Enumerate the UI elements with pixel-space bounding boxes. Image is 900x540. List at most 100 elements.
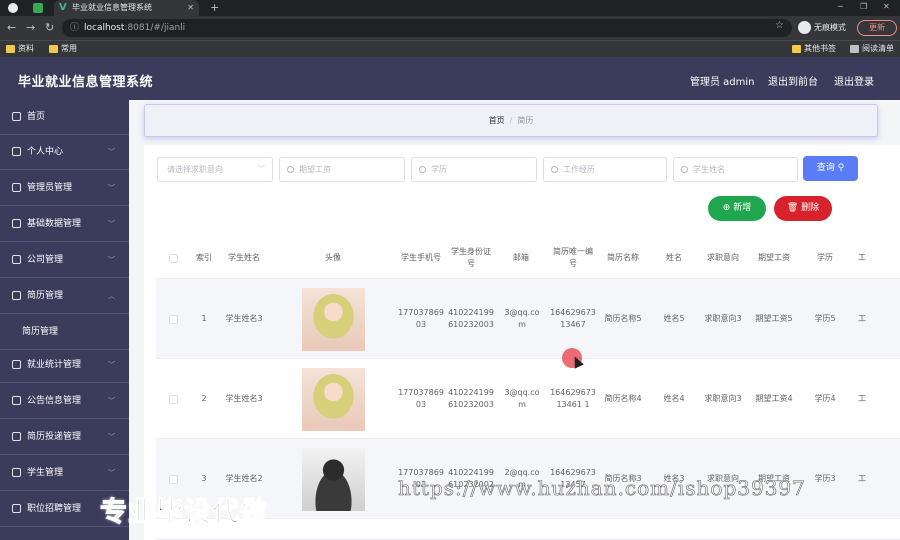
chevron-down-icon: ﹀ xyxy=(108,433,115,441)
salary-input[interactable]: 期望工资 xyxy=(279,157,405,182)
add-button[interactable]: ⊕ 新增 xyxy=(708,196,766,221)
cell-student-name: 学生姓名3 xyxy=(225,394,263,403)
sidebar-item-admin[interactable]: 管理员管理 ﹀ xyxy=(0,171,129,206)
sidebar-item-personal[interactable]: 个人中心 ﹀ xyxy=(0,135,129,170)
breadcrumb: 首页 / 简历 xyxy=(144,104,878,137)
incognito-indicator[interactable]: 无痕模式 xyxy=(798,21,846,35)
job-icon xyxy=(12,504,21,513)
sidebar-item-student[interactable]: 学生管理 ﹀ xyxy=(0,456,129,491)
student-icon xyxy=(12,468,21,477)
incognito-label: 无痕模式 xyxy=(814,23,846,32)
column-header[interactable]: 姓名 xyxy=(652,237,696,279)
window-close-icon[interactable]: ✕ xyxy=(883,0,890,14)
breadcrumb-home[interactable]: 首页 xyxy=(489,116,505,125)
search-icon xyxy=(551,166,558,173)
folder-icon xyxy=(792,45,801,53)
column-header[interactable]: 学生姓名 xyxy=(222,237,266,279)
intention-select[interactable]: 请选择求职意向 ﹀ xyxy=(157,157,273,182)
browser-address-bar: ← → ↻ ⓘ localhost:8081/#/jianli ☆ 无痕模式 更… xyxy=(0,16,900,40)
cell-email: 3@qq.com xyxy=(504,308,540,329)
home-icon xyxy=(12,112,21,121)
cell-more: 工 xyxy=(858,394,866,403)
minimize-icon[interactable]: ─ xyxy=(838,0,843,14)
cell-more: 工 xyxy=(858,314,866,323)
select-all-checkbox[interactable] xyxy=(168,253,178,263)
cell-phone: 17703786903 xyxy=(398,388,444,409)
reading-list[interactable]: 阅读清单 xyxy=(850,41,894,57)
chevron-up-icon: ︿ xyxy=(108,292,115,300)
row-checkbox[interactable] xyxy=(168,394,178,404)
url-host: localhost xyxy=(84,23,125,33)
reload-icon[interactable]: ↻ xyxy=(45,20,54,36)
education-input[interactable]: 学历 xyxy=(411,157,537,182)
row-select-cell xyxy=(156,279,190,359)
column-header[interactable]: 工 xyxy=(852,237,872,279)
cell-intention: 求职意向3 xyxy=(704,314,742,323)
sidebar-subitem-resume-manage[interactable]: 简历管理 xyxy=(0,315,129,350)
column-header[interactable]: 期望工资 xyxy=(750,237,798,279)
sidebar-item-company[interactable]: 公司管理 ﹀ xyxy=(0,243,129,278)
sidebar-item-basic-data[interactable]: 基础数据管理 ﹀ xyxy=(0,207,129,242)
breadcrumb-separator: / xyxy=(509,116,513,125)
url-path: :8081/#/jianli xyxy=(124,23,186,33)
bookmark-star-icon[interactable]: ☆ xyxy=(775,20,784,31)
sidebar-item-employment-stats[interactable]: 就业统计管理 ﹀ xyxy=(0,348,129,383)
watermark-url: https://www.huzhan.com/ishop39397 xyxy=(398,476,806,501)
cell-education: 学历4 xyxy=(814,394,836,403)
chevron-down-icon: ﹀ xyxy=(108,469,115,477)
active-tab[interactable]: V 毕业就业信息管理系统 ✕ xyxy=(54,0,199,16)
column-header[interactable]: 邮箱 xyxy=(496,237,546,279)
student-name-input[interactable]: 学生姓名 xyxy=(673,157,798,182)
pinned-tab-icon[interactable] xyxy=(33,3,43,13)
cell-avatar xyxy=(268,359,398,439)
column-header[interactable]: 头像 xyxy=(268,237,398,279)
row-checkbox[interactable] xyxy=(168,314,178,324)
chevron-down-icon: ﹀ xyxy=(108,220,115,228)
row-checkbox[interactable] xyxy=(168,474,178,484)
cell-phone: 17703786903 xyxy=(398,308,444,329)
update-button[interactable]: 更新 xyxy=(857,20,897,36)
sidebar-item-home[interactable]: 首页 xyxy=(0,100,129,135)
column-header[interactable]: 学历 xyxy=(802,237,848,279)
column-header[interactable]: 求职意向 xyxy=(700,237,746,279)
new-tab-icon[interactable]: + xyxy=(210,0,219,15)
chevron-down-icon: ﹀ xyxy=(108,148,115,156)
cell-name: 姓名5 xyxy=(663,314,685,323)
site-info-icon[interactable]: ⓘ xyxy=(70,19,79,37)
forward-icon[interactable]: → xyxy=(26,20,35,36)
column-header[interactable]: 学生身份证号 xyxy=(448,237,494,279)
column-header[interactable]: 简历名称 xyxy=(600,237,646,279)
cell-education: 学历5 xyxy=(814,314,836,323)
back-icon[interactable]: ← xyxy=(7,20,16,36)
tab-close-icon[interactable]: ✕ xyxy=(187,0,194,16)
table-header: 索引 学生姓名 头像 学生手机号 学生身份证号 邮箱 简历唯一编号 简历名称 姓… xyxy=(156,237,900,279)
cell-index: 2 xyxy=(201,394,207,403)
tab-title: 毕业就业信息管理系统 xyxy=(72,3,152,12)
logout-link[interactable]: 退出登录 xyxy=(834,73,874,88)
bookmark-item[interactable]: 常用 xyxy=(49,41,77,57)
restore-icon[interactable]: ❐ xyxy=(860,0,867,14)
cell-intention: 求职意向3 xyxy=(704,394,742,403)
avatar xyxy=(301,287,365,351)
table-row[interactable]: 2 学生姓名3 17703786903 410224199610232003 3… xyxy=(156,359,900,439)
bookmark-item[interactable]: 其他书签 xyxy=(792,41,836,57)
admin-label: 管理员 admin xyxy=(690,77,755,88)
column-header[interactable]: 学生手机号 xyxy=(398,237,444,279)
experience-input[interactable]: 工作经历 xyxy=(543,157,667,182)
table-row[interactable]: 1 学生姓名3 17703786903 410224199610232003 3… xyxy=(156,279,900,359)
back-to-front-link[interactable]: 退出到前台 xyxy=(768,73,818,88)
delete-button[interactable]: 🗑 删除 xyxy=(774,196,832,221)
bookmark-item[interactable]: 资料 xyxy=(6,41,34,57)
chevron-down-icon: ﹀ xyxy=(108,397,115,405)
app-title: 毕业就业信息管理系统 xyxy=(18,75,154,90)
query-button[interactable]: 查询 ⚲ xyxy=(803,156,858,181)
url-input[interactable]: ⓘ localhost:8081/#/jianli xyxy=(62,19,792,37)
column-header[interactable]: 简历唯一编号 xyxy=(550,237,596,279)
sidebar-item-delivery[interactable]: 简历投递管理 ﹀ xyxy=(0,420,129,455)
sidebar-item-notice[interactable]: 公告信息管理 ﹀ xyxy=(0,384,129,419)
column-header[interactable]: 索引 xyxy=(190,237,218,279)
browser-menu-icon[interactable] xyxy=(8,3,18,13)
folder-icon xyxy=(49,45,58,53)
sidebar-item-resume[interactable]: 简历管理 ︿ xyxy=(0,279,129,314)
avatar xyxy=(301,367,365,431)
